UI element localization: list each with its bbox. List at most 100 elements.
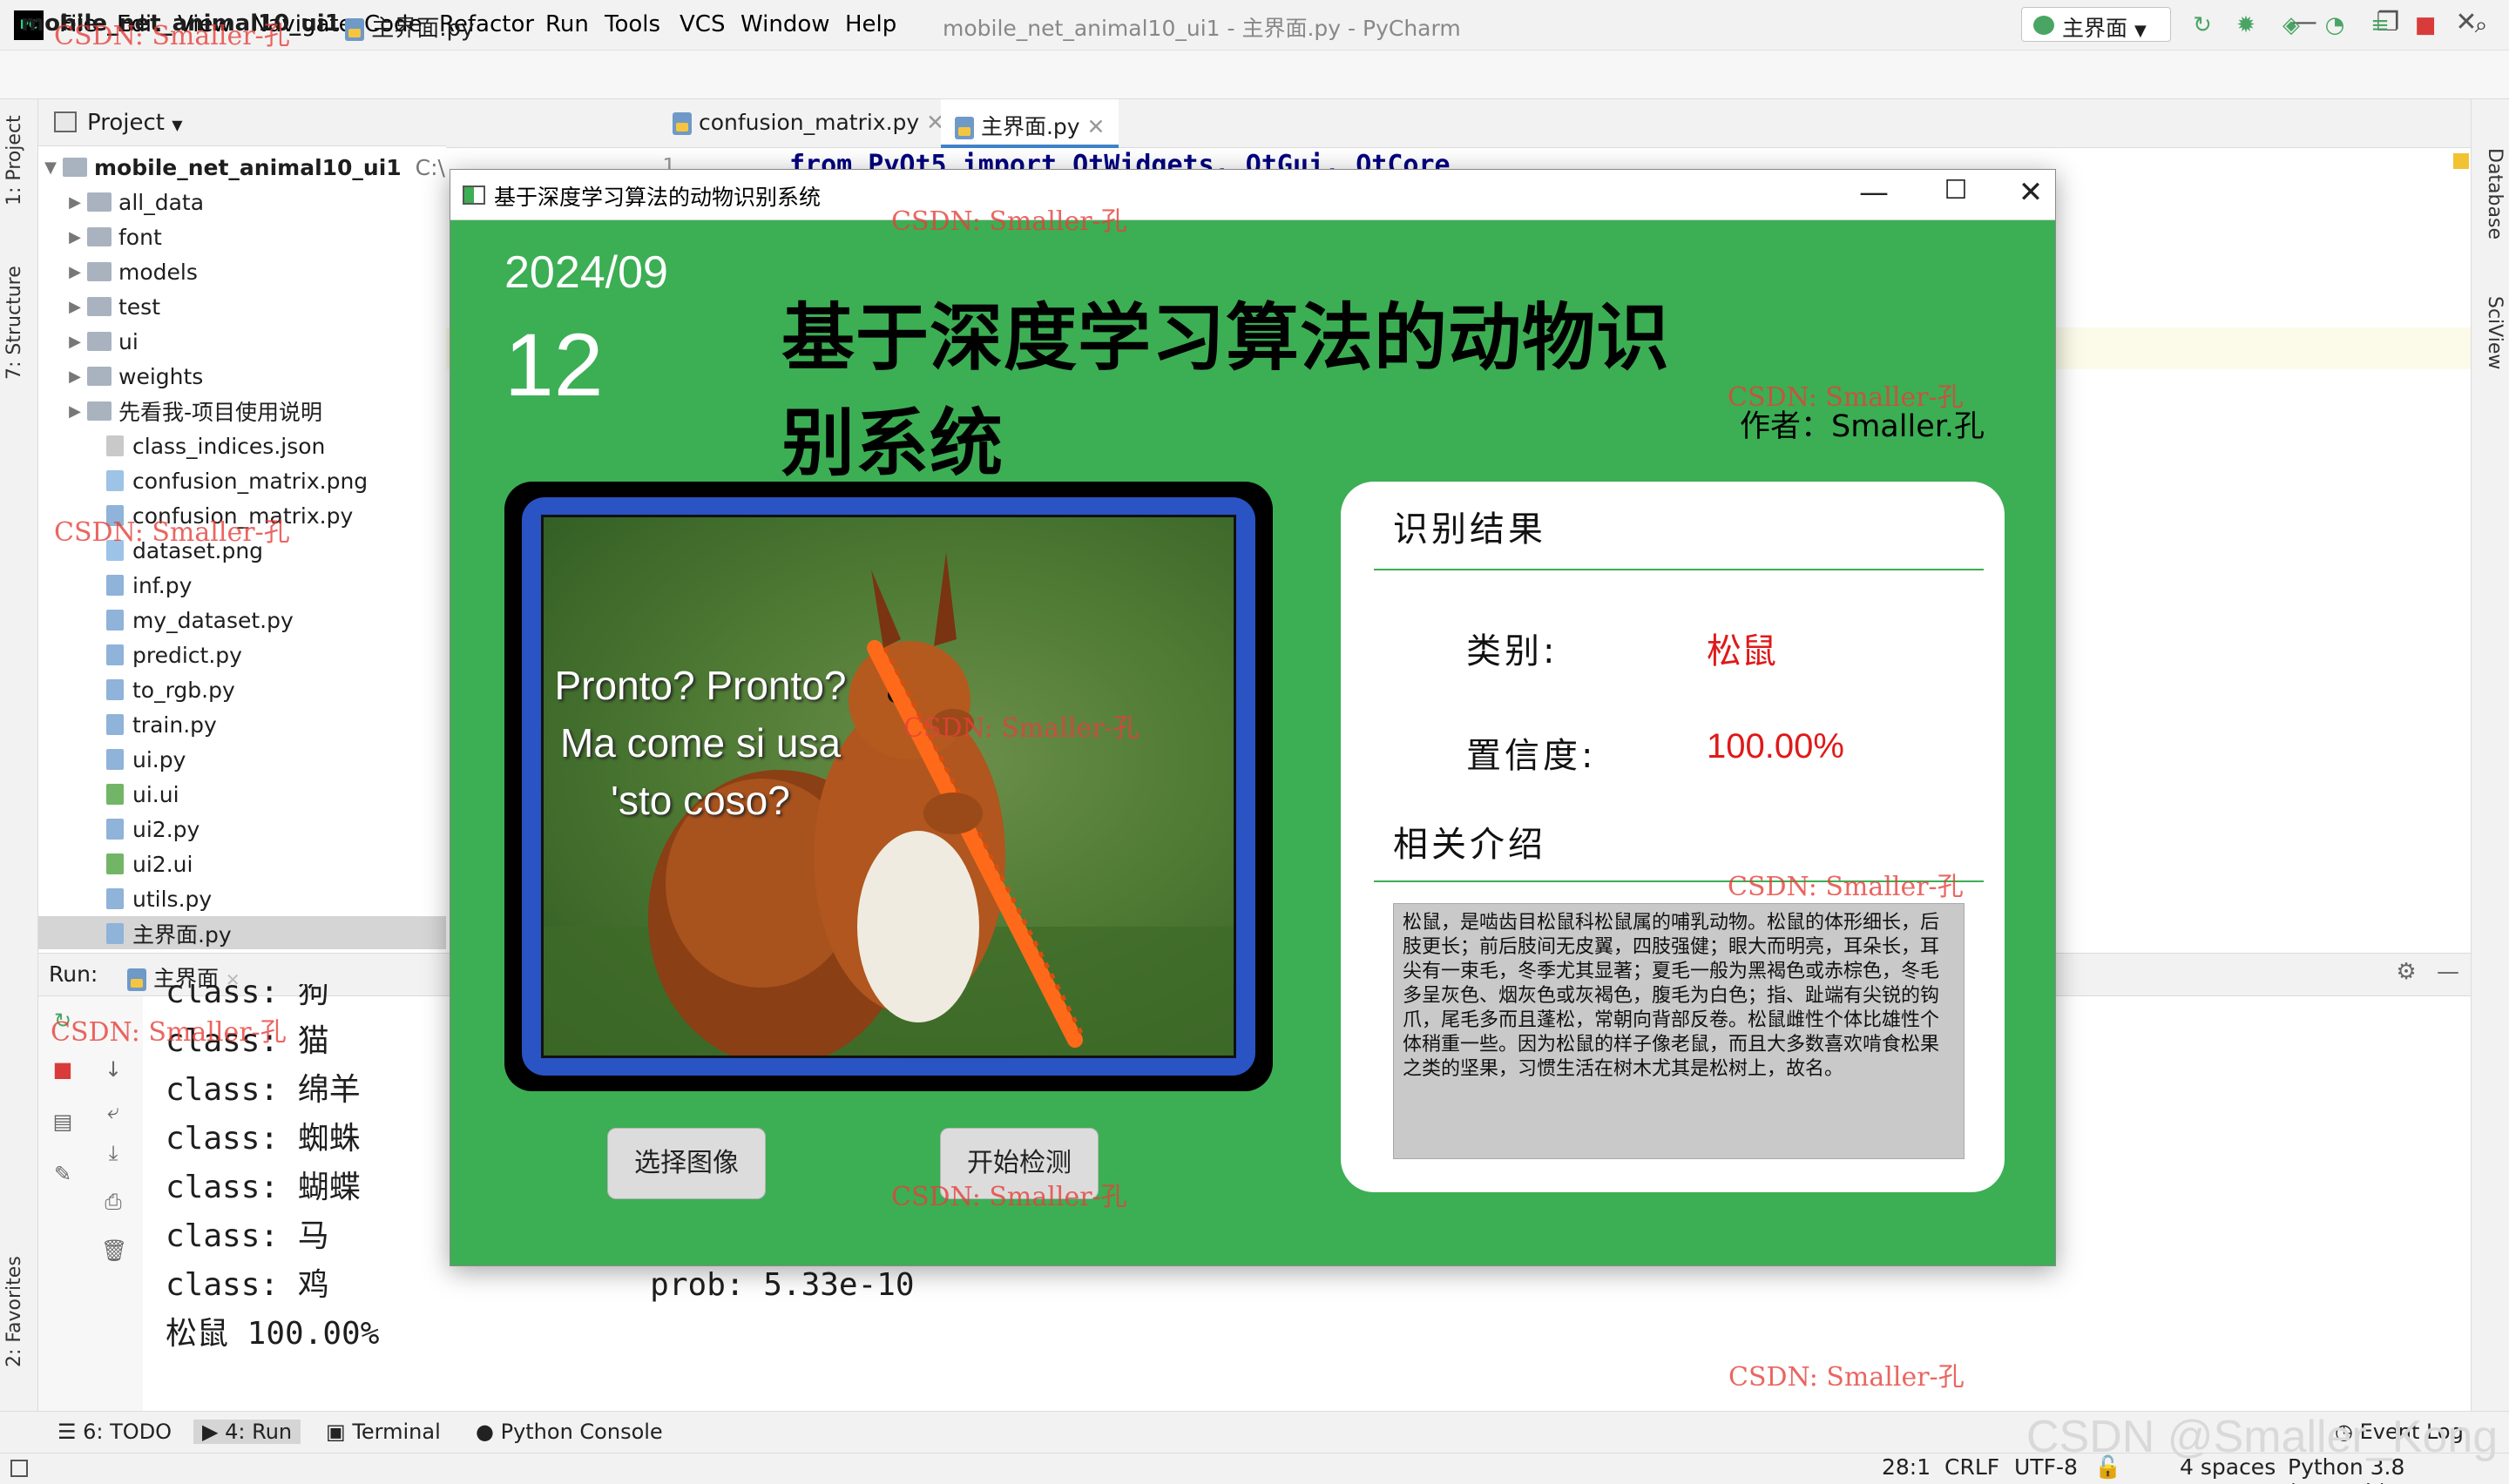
chevron-down-icon: ▼ — [172, 117, 183, 133]
rerun-icon[interactable]: ↻ — [2188, 11, 2216, 39]
menu-tools[interactable]: Tools — [605, 11, 660, 37]
menu-help[interactable]: Help — [845, 11, 896, 37]
python-icon: ● — [476, 1420, 494, 1444]
hide-panel-icon[interactable]: — — [2434, 958, 2462, 986]
trash-icon[interactable]: 🗑 — [101, 1238, 127, 1263]
photo-caption: Pronto? Pronto? Ma come si usa 'sto coso… — [544, 657, 857, 829]
arrow-down-icon[interactable]: ↓ — [101, 1057, 125, 1082]
confidence-value: 100.00% — [1707, 727, 1844, 766]
scroll-to-end-icon[interactable]: ⤓ — [101, 1141, 125, 1165]
tree-file[interactable]: train.py — [38, 707, 446, 742]
folder-icon — [63, 158, 87, 177]
tree-folder[interactable]: ▶ weights — [63, 359, 203, 394]
chevron-right-icon: ▶ — [69, 401, 81, 421]
tool-tab-todo[interactable]: ☰ 6: TODO — [57, 1420, 172, 1444]
tree-folder-label: all_data — [118, 189, 205, 215]
project-view-selector[interactable]: Project ▼ — [87, 110, 183, 136]
tool-tab-sciview[interactable]: SciView — [2484, 296, 2506, 369]
watermark: CSDN: Smaller-孔 — [1728, 872, 1964, 902]
tab-confusion-matrix[interactable]: confusion_matrix.py ✕ — [659, 99, 958, 148]
date-year-month: 2024/09 — [504, 247, 668, 298]
window-title: mobile_net_animal10_ui1 - 主界面.py - PyCha… — [943, 16, 1461, 41]
tab-main-ui[interactable]: 主界面.py ✕ — [941, 99, 1119, 148]
tree-file[interactable]: ui.ui — [38, 777, 446, 812]
tree-folder[interactable]: ▶ all_data — [63, 185, 204, 219]
tree-file[interactable]: predict.py — [38, 637, 446, 672]
tree-folder-label: ui — [118, 328, 139, 354]
status-line-separator[interactable]: CRLF — [1944, 1454, 1999, 1480]
tree-file-label: my_dataset.py — [132, 607, 294, 633]
coverage-icon[interactable]: ◈ — [2277, 11, 2305, 39]
close-icon[interactable]: ✕ — [1087, 114, 1106, 139]
menu-run[interactable]: Run — [545, 11, 589, 37]
tree-file[interactable]: inf.py — [38, 568, 446, 603]
tree-folder-label: test — [118, 293, 161, 320]
tree-file[interactable]: utils.py — [38, 881, 446, 916]
tree-file[interactable]: 主界面.py — [38, 916, 446, 949]
py-file-icon — [106, 679, 124, 700]
json-file-icon — [106, 435, 124, 456]
python-file-icon — [955, 117, 974, 139]
tool-tab-favorites[interactable]: 2: Favorites — [3, 1256, 25, 1367]
soft-wrap-icon[interactable]: ⤶ — [101, 1099, 125, 1123]
gear-icon[interactable]: ⚙ — [2392, 958, 2420, 986]
stop-icon[interactable]: ■ — [51, 1057, 75, 1082]
app-minimize-button[interactable]: — — [1848, 175, 1900, 210]
tool-tab-terminal[interactable]: ▣ Terminal — [326, 1420, 441, 1444]
print-icon[interactable]: ⎙ — [101, 1190, 125, 1214]
console-line: class: 蝴蝶 — [166, 1170, 361, 1205]
tree-file-label: ui2.py — [132, 816, 200, 842]
tree-file[interactable]: my_dataset.py — [38, 603, 446, 637]
chevron-right-icon: ▶ — [69, 192, 81, 212]
tree-file[interactable]: class_indices.json — [38, 428, 446, 463]
watermark: CSDN: Smaller-孔 — [54, 517, 290, 548]
tree-folder[interactable]: ▶ test — [63, 289, 160, 324]
menu-window[interactable]: Window — [741, 11, 830, 37]
warning-marker-icon[interactable] — [2453, 153, 2469, 169]
tree-file[interactable]: ui2.py — [38, 812, 446, 847]
tree-file[interactable]: ui.py — [38, 742, 446, 777]
tree-file-label: inf.py — [132, 572, 193, 598]
category-label: 类别: — [1466, 631, 1559, 671]
tree-folder-label: weights — [118, 363, 204, 389]
tool-tab-project[interactable]: 1: Project — [3, 115, 25, 206]
navigation-bar — [0, 51, 2509, 99]
folder-icon — [87, 297, 112, 316]
tool-tab-label: 4: Run — [225, 1420, 293, 1444]
search-icon[interactable]: ⌕ — [2467, 11, 2495, 39]
restore-layout-icon[interactable]: ▤ — [51, 1110, 75, 1134]
tool-tab-python-console[interactable]: ● Python Console — [476, 1420, 663, 1444]
tree-file[interactable]: confusion_matrix.png — [38, 463, 446, 498]
app-window-title: 基于深度学习算法的动物识别系统 — [494, 185, 822, 210]
menu-vcs[interactable]: VCS — [680, 11, 725, 37]
folder-icon — [87, 192, 112, 212]
tool-tab-run[interactable]: ▶ 4: Run — [193, 1420, 301, 1444]
select-image-button[interactable]: 选择图像 — [607, 1128, 766, 1199]
app-main-title: 基于深度学习算法的动物识别系统 — [781, 295, 1671, 486]
stop-icon[interactable]: ■ — [2411, 11, 2439, 39]
intro-text-box[interactable]: 松鼠，是啮齿目松鼠科松鼠属的哺乳动物。松鼠的体形细长，后肢更长；前后肢间无皮翼，… — [1393, 903, 1965, 1159]
app-close-button[interactable]: ✕ — [2005, 175, 2057, 210]
tree-folder[interactable]: ▶ 先看我-项目使用说明 — [63, 394, 322, 428]
status-position[interactable]: 28:1 — [1882, 1454, 1931, 1480]
tool-tab-structure[interactable]: 7: Structure — [3, 266, 25, 380]
tool-tab-database[interactable]: Database — [2484, 148, 2506, 239]
debug-icon[interactable]: ✹ — [2232, 11, 2260, 39]
tree-file-label: class_indices.json — [132, 433, 326, 459]
layout-icon[interactable] — [10, 1460, 28, 1477]
breadcrumb-file[interactable]: 主界面.py — [345, 10, 474, 43]
pin-icon[interactable]: ✎ — [51, 1162, 75, 1186]
tree-root[interactable]: ▼ mobile_net_animal10_ui1 C:\Users\kong\… — [38, 150, 446, 185]
app-maximize-button[interactable]: ☐ — [1930, 175, 1982, 206]
tree-folder[interactable]: ▶ ui — [63, 324, 139, 359]
tree-folder[interactable]: ▶ font — [63, 219, 162, 254]
tree-file[interactable]: ui2.ui — [38, 847, 446, 881]
tree-file[interactable]: to_rgb.py — [38, 672, 446, 707]
concurrency-icon[interactable]: ≡ — [2366, 11, 2394, 39]
watermark: CSDN: Smaller-孔 — [891, 206, 1127, 237]
tree-folder[interactable]: ▶ models — [63, 254, 198, 289]
tree-file-label: confusion_matrix.png — [132, 468, 369, 494]
profile-icon[interactable]: ◔ — [2321, 11, 2349, 39]
project-view-icon — [54, 111, 77, 132]
tree-file-label: ui.ui — [132, 781, 179, 807]
